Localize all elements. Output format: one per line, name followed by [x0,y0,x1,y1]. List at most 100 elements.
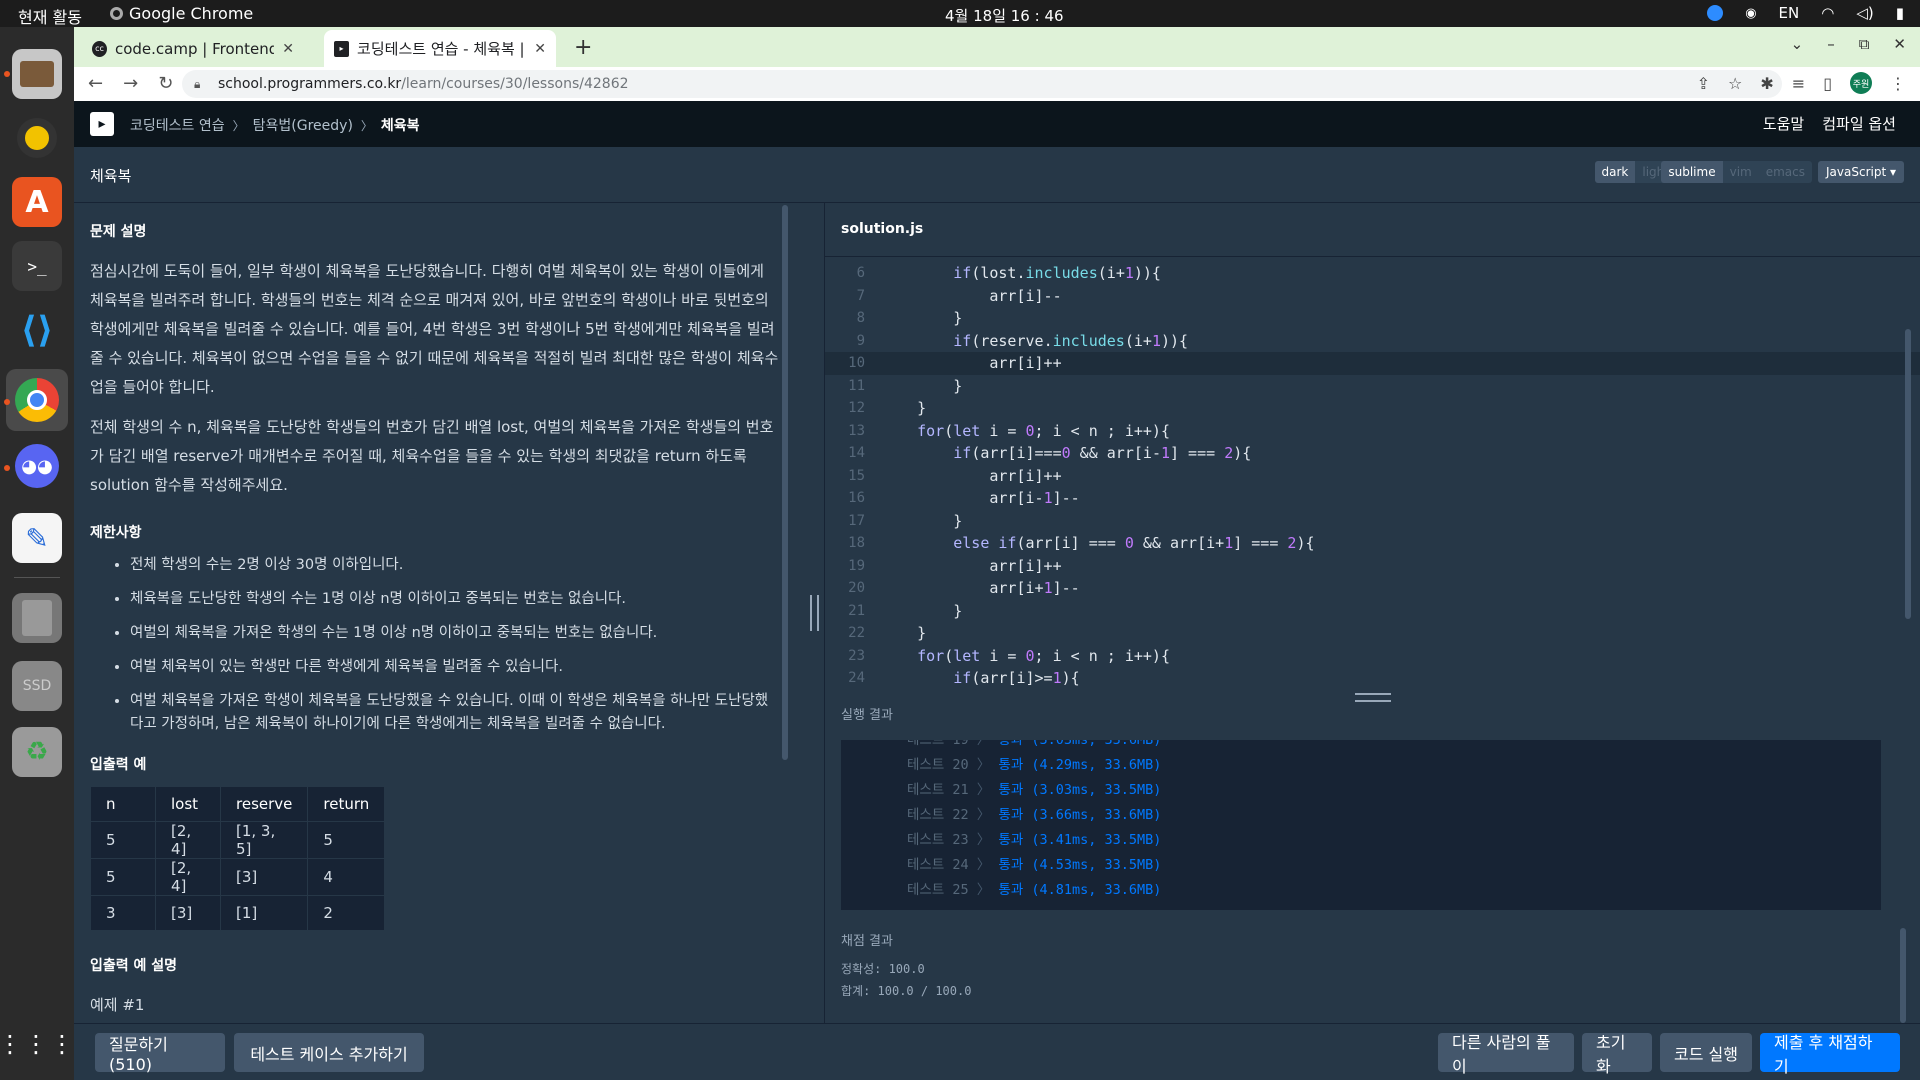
header-menu: 도움말 컴파일 옵션 [1763,113,1896,134]
chrome-dock-icon[interactable] [6,369,68,431]
help-link[interactable]: 도움말 [1763,113,1804,134]
breadcrumb-item[interactable]: 코딩테스트 연습 [130,115,225,135]
reading-list-icon[interactable]: ≡ [1792,74,1805,93]
code-line[interactable]: 12 } [825,397,1920,420]
vscode-dock-icon[interactable]: ⟨⟩ [12,305,62,355]
results-console[interactable]: 테스트 19 〉 통과 (3.03ms, 33.6MB) 테스트 20 〉 통과 … [841,740,1881,910]
forward-arrow-icon[interactable]: → [123,73,138,94]
code-line[interactable]: 18 else if(arr[i] === 0 && arr[i+1] === … [825,532,1920,555]
share-icon[interactable]: ⇪ [1697,74,1710,93]
editor-resize-handle[interactable] [1355,693,1391,702]
restore-button[interactable]: ⧉ [1859,35,1870,53]
keymap-vim-button[interactable]: vim [1722,161,1759,183]
code-line[interactable]: 13 for(let i = 0; i < n ; i++){ [825,420,1920,443]
reset-button[interactable]: 초기화 [1582,1033,1652,1076]
code-editor[interactable]: 6 if(lost.includes(i+1)){7 arr[i]-- 8 } 9 … [825,256,1920,690]
bookmark-star-icon[interactable]: ☆ [1728,74,1742,93]
test-result-line: 테스트 23 〉 통과 (3.41ms, 33.5MB) [907,828,1161,853]
code-text: if(lost.includes(i+1)){ [953,264,1161,282]
theme-dark-button[interactable]: dark [1594,161,1636,183]
chrome-running-dot [4,399,10,405]
new-tab-button[interactable]: + [574,35,592,60]
code-line[interactable]: 7 arr[i]-- [825,285,1920,308]
tab-search-icon[interactable]: ⌄ [1791,35,1804,53]
chevron-right-icon: 〉 [968,782,999,798]
trash-dock-icon[interactable]: ♻ [12,727,62,777]
chevron-right-icon: 〉 [968,832,999,848]
breadcrumb: 코딩테스트 연습 〉 탐욕법(Greedy) 〉 체육복 [130,115,420,135]
code-line[interactable]: 16 arr[i-1]-- [825,487,1920,510]
close-tab-icon[interactable]: ✕ [282,41,294,57]
submit-button[interactable]: 제출 후 채점하기 [1760,1033,1900,1076]
code-text: arr[i+1]-- [989,579,1080,597]
programmers-logo[interactable]: ▸ [90,112,114,136]
show-apps-icon[interactable]: ⋮⋮⋮ [0,1019,74,1069]
panel-resize-handle[interactable] [810,595,819,631]
line-number: 22 [848,625,865,641]
clock[interactable]: 4월 18일 16 : 46 [945,5,1064,26]
problem-scrollbar[interactable] [782,205,788,760]
test-result: 통과 (3.41ms, 33.5MB) [998,832,1162,848]
list-item: 여벌 체육복이 있는 학생만 다른 학생에게 체육복을 빌려줄 수 있습니다. [130,656,780,679]
keymap-emacs-button[interactable]: emacs [1758,161,1812,183]
code-line[interactable]: 21 } [825,600,1920,623]
code-line[interactable]: 9 if(reserve.includes(i+1)){ [825,330,1920,353]
code-text: } [881,601,963,620]
chevron-right-icon: 〉 [968,882,999,898]
editor-scrollbar[interactable] [1905,329,1911,619]
files-dock-icon[interactable] [12,49,62,99]
code-line[interactable]: 20 arr[i+1]-- [825,577,1920,600]
code-line[interactable]: 6 if(lost.includes(i+1)){ [825,262,1920,285]
activities-label[interactable]: 현재 활동 [18,4,82,28]
run-code-button[interactable]: 코드 실행 [1660,1033,1752,1072]
keymap-sublime-button[interactable]: sublime [1661,161,1723,183]
reload-icon[interactable]: ↻ [158,73,173,94]
section-heading: 문제 설명 [90,224,147,240]
drive-dock-icon[interactable] [12,593,62,643]
code-text: arr[i]++ [989,354,1062,372]
ask-question-button[interactable]: 질문하기 (510) [95,1033,225,1074]
table-cell: 3 [90,895,156,931]
problem-description: 점심시간에 도둑이 들어, 일부 학생이 체육복을 도난당했습니다. 다행히 여… [90,262,779,396]
line-number: 9 [856,332,865,349]
code-text: for(let i = 0; i < n ; i++){ [917,646,1170,665]
others-solutions-button[interactable]: 다른 사람의 풀이 [1438,1033,1574,1076]
code-line[interactable]: 19 arr[i]++ [825,555,1920,578]
close-window-button[interactable]: ✕ [1893,35,1906,53]
test-label: 테스트 19 [907,740,969,748]
results-scrollbar[interactable] [1900,928,1906,1023]
language-select[interactable]: JavaScript ▾ [1818,161,1904,183]
discord-dock-icon[interactable]: ◕◕ [12,441,62,491]
code-line[interactable]: 15 arr[i]++ [825,465,1920,488]
code-line[interactable]: 11 } [825,375,1920,398]
chrome-menu-icon[interactable]: ⋮ [1890,74,1906,93]
minimize-button[interactable]: – [1827,35,1835,53]
code-line[interactable]: 14 if(arr[i]===0 && arr[i-1] === 2){ [825,442,1920,465]
input-language[interactable]: EN [1779,4,1800,22]
profile-avatar[interactable]: 주원 [1850,72,1872,94]
extensions-icon[interactable]: ✱ [1760,74,1773,93]
close-tab-icon[interactable]: ✕ [534,41,546,57]
side-panel-icon[interactable]: ▯ [1823,74,1832,93]
text-editor-dock-icon[interactable]: ✎ [12,513,62,563]
breadcrumb-item[interactable]: 탐욕법(Greedy) [253,115,353,135]
ssd-dock-icon[interactable]: SSD [12,661,62,711]
url-bar[interactable]: 🔒︎ school.programmers.co.kr/learn/course… [182,70,1782,98]
tab-programmers[interactable]: ▸ 코딩테스트 연습 - 체육복 | 프 ✕ [324,30,556,67]
terminal-dock-icon[interactable]: >_ [12,241,62,291]
software-dock-icon[interactable]: A [12,177,62,227]
add-test-case-button[interactable]: 테스트 케이스 추가하기 [234,1033,424,1072]
code-line[interactable]: 22 } [825,622,1920,645]
code-line[interactable]: 23 for(let i = 0; i < n ; i++){ [825,645,1920,668]
code-line[interactable]: 17 } [825,510,1920,533]
back-arrow-icon[interactable]: ← [88,73,103,94]
code-line[interactable]: 10 arr[i]++ [825,352,1920,375]
app-menu[interactable]: Google Chrome [110,4,253,23]
code-line[interactable]: 24 if(arr[i]>=1){ [825,667,1920,690]
code-line[interactable]: 8 } [825,307,1920,330]
system-tray[interactable]: ◉ EN ◠ ◁) ▮ [1707,4,1904,22]
tab-codecamp[interactable]: cc code.camp | Frontend 12n ✕ [82,30,304,67]
compile-options-link[interactable]: 컴파일 옵션 [1822,113,1896,134]
code-text: arr[i-1]-- [989,489,1080,507]
rhythmbox-dock-icon[interactable] [12,113,62,163]
